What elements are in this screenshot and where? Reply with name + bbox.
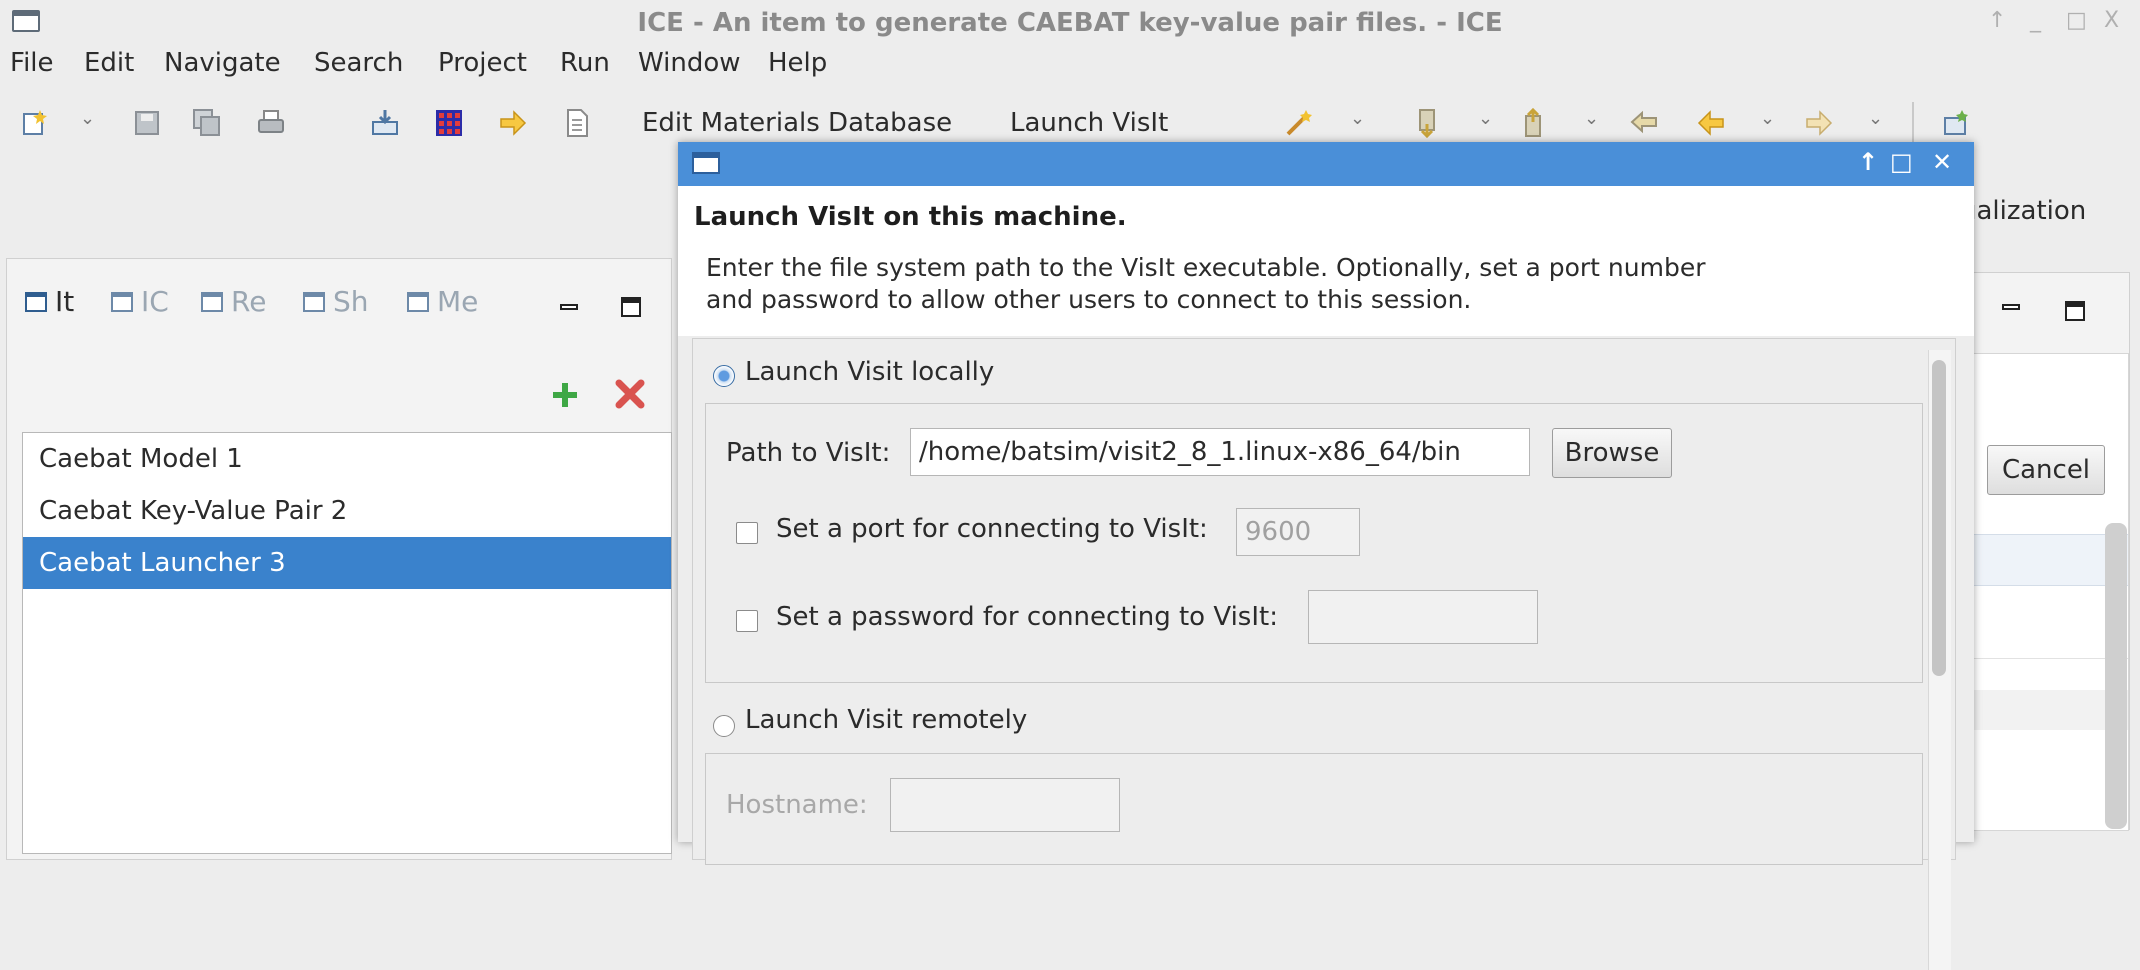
editor-scrollbar-thumb[interactable] <box>2105 523 2127 829</box>
new-dropdown-chevron-icon[interactable]: ⌄ <box>80 108 95 129</box>
dialog-scrollbar-thumb[interactable] <box>1932 360 1946 676</box>
launch-remotely-label[interactable]: Launch Visit remotely <box>745 705 1027 735</box>
menu-file[interactable]: File <box>10 48 54 78</box>
tab-items[interactable]: It <box>25 285 74 318</box>
new-file-icon[interactable] <box>20 108 50 138</box>
dialog-heading: Launch VisIt on this machine. <box>694 202 1127 232</box>
tab-me-label: Me <box>437 285 479 318</box>
editor-row <box>1948 534 2128 586</box>
hostname-input[interactable] <box>890 778 1120 832</box>
tab-ic[interactable]: IC <box>111 285 169 318</box>
view-tab-icon <box>25 292 47 312</box>
prev-annotation-dropdown-icon[interactable]: ⌄ <box>1584 108 1599 129</box>
dialog-restore-up-icon[interactable]: ↑ <box>1858 148 1878 176</box>
view-tab-icon <box>303 292 325 312</box>
password-label[interactable]: Set a password for connecting to VisIt: <box>776 602 1278 632</box>
dialog-titlebar: ↑ □ ✕ <box>678 142 1974 186</box>
menu-search[interactable]: Search <box>314 48 403 78</box>
menu-run[interactable]: Run <box>560 48 610 78</box>
tab-sh-label: Sh <box>333 285 369 318</box>
menu-edit[interactable]: Edit <box>84 48 134 78</box>
window-restore-up-icon[interactable]: ↑ <box>1988 8 2006 33</box>
dialog-description-line: Enter the file system path to the VisIt … <box>706 253 1706 282</box>
list-item[interactable]: Caebat Key-Value Pair 2 <box>23 485 671 537</box>
port-label[interactable]: Set a port for connecting to VisIt: <box>776 514 1208 544</box>
editor-content-area <box>1947 353 2129 831</box>
minimize-editor-icon[interactable] <box>1999 295 2023 319</box>
path-input[interactable]: /home/batsim/visit2_8_1.linux-x86_64/bin <box>910 428 1530 476</box>
password-input[interactable] <box>1308 590 1538 644</box>
launch-locally-label[interactable]: Launch Visit locally <box>745 357 994 387</box>
editor-row <box>1948 690 2128 730</box>
menu-navigate[interactable]: Navigate <box>164 48 281 78</box>
launch-visit-button[interactable]: Launch VisIt <box>1010 108 1168 138</box>
item-list: Caebat Model 1 Caebat Key-Value Pair 2 C… <box>22 432 672 854</box>
menu-help[interactable]: Help <box>768 48 827 78</box>
wand-icon[interactable] <box>1284 108 1314 138</box>
back-arrow-icon[interactable] <box>1696 108 1726 138</box>
window-minimize-icon[interactable]: _ <box>2030 8 2041 33</box>
editor-row <box>1948 620 2128 659</box>
view-tab-icon <box>407 292 429 312</box>
import-icon[interactable] <box>370 108 400 138</box>
tab-items-label: It <box>55 285 75 318</box>
tab-sh[interactable]: Sh <box>303 285 369 318</box>
print-icon[interactable] <box>256 108 286 138</box>
hostname-label: Hostname: <box>726 790 868 820</box>
delete-item-icon[interactable] <box>613 377 647 411</box>
wand-dropdown-chevron-icon[interactable]: ⌄ <box>1350 108 1365 129</box>
window-close-icon[interactable]: X <box>2104 8 2119 33</box>
save-icon[interactable] <box>132 108 162 138</box>
dialog-maximize-icon[interactable]: □ <box>1890 148 1913 176</box>
dialog-description-line: and password to allow other users to con… <box>706 285 1472 314</box>
launch-visit-dialog: ↑ □ ✕ Launch VisIt on this machine. Ente… <box>678 142 1974 970</box>
next-annotation-icon[interactable] <box>1414 108 1444 138</box>
port-checkbox[interactable] <box>736 522 758 544</box>
prev-annotation-icon[interactable] <box>1520 108 1550 138</box>
tab-re-label: Re <box>231 285 267 318</box>
window-titlebar: ICE - An item to generate CAEBAT key-val… <box>0 0 2140 48</box>
minimize-view-icon[interactable] <box>557 295 581 319</box>
view-tab-icon <box>111 292 133 312</box>
next-annotation-dropdown-icon[interactable]: ⌄ <box>1478 108 1493 129</box>
path-label: Path to VisIt: <box>726 438 891 468</box>
maximize-view-icon[interactable] <box>619 295 643 319</box>
window-title: ICE - An item to generate CAEBAT key-val… <box>637 8 1503 38</box>
list-item[interactable]: Caebat Model 1 <box>23 433 671 485</box>
local-options-group: Path to VisIt: /home/batsim/visit2_8_1.l… <box>705 403 1923 683</box>
password-checkbox[interactable] <box>736 610 758 632</box>
launch-remotely-radio[interactable] <box>713 715 735 737</box>
toolbar-separator <box>1912 102 1914 146</box>
view-tab-icon <box>201 292 223 312</box>
dialog-window-icon <box>692 152 720 174</box>
add-item-icon[interactable] <box>549 379 581 411</box>
document-icon[interactable] <box>562 108 592 138</box>
list-item-selected[interactable]: Caebat Launcher 3 <box>23 537 671 589</box>
last-edit-location-icon[interactable] <box>1630 108 1660 138</box>
dialog-description: Enter the file system path to the VisIt … <box>706 252 1906 316</box>
port-input[interactable]: 9600 <box>1236 508 1360 556</box>
dialog-close-icon[interactable]: ✕ <box>1932 148 1952 176</box>
perspective-visualization-label[interactable]: ualization <box>1960 196 2086 226</box>
tab-ic-label: IC <box>141 285 169 318</box>
dialog-body: Launch Visit locally Path to VisIt: /hom… <box>692 338 1956 865</box>
forward-dropdown-chevron-icon[interactable]: ⌄ <box>1868 108 1883 129</box>
cancel-button-background[interactable]: Cancel <box>1987 445 2105 495</box>
open-perspective-icon[interactable] <box>1942 108 1972 138</box>
save-all-icon[interactable] <box>192 108 222 138</box>
tab-me[interactable]: Me <box>407 285 478 318</box>
browse-button[interactable]: Browse <box>1552 428 1672 478</box>
tab-re[interactable]: Re <box>201 285 266 318</box>
grid-icon[interactable] <box>434 108 464 138</box>
forward-arrow-icon[interactable] <box>1804 108 1834 138</box>
menu-project[interactable]: Project <box>438 48 527 78</box>
arrow-right-icon[interactable] <box>498 108 528 138</box>
launch-locally-radio[interactable] <box>713 365 735 387</box>
back-dropdown-chevron-icon[interactable]: ⌄ <box>1760 108 1775 129</box>
edit-materials-database-button[interactable]: Edit Materials Database <box>642 108 952 138</box>
menu-window[interactable]: Window <box>638 48 741 78</box>
remote-options-group: Hostname: <box>705 753 1923 865</box>
maximize-editor-icon[interactable] <box>2063 299 2087 323</box>
window-maximize-icon[interactable]: □ <box>2066 8 2087 33</box>
